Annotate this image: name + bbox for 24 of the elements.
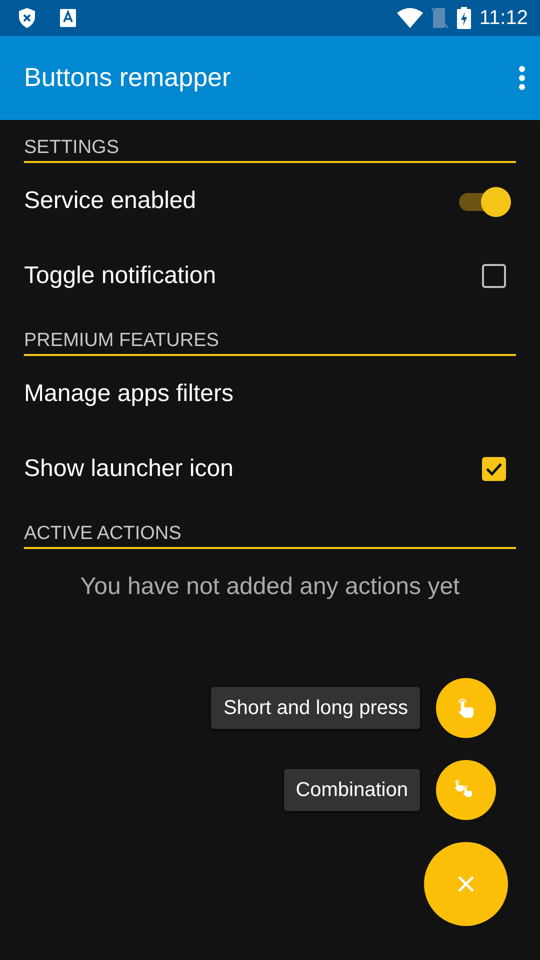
wifi-icon: [397, 8, 424, 28]
preference-label[interactable]: Manage apps filters: [24, 376, 234, 412]
checkbox[interactable]: [482, 264, 506, 288]
section-header: SETTINGS: [24, 136, 516, 163]
overflow-menu-icon[interactable]: [518, 65, 526, 91]
close-icon: [457, 875, 475, 893]
shield-icon: [18, 8, 36, 28]
battery-charging-icon: [457, 7, 472, 29]
empty-message: You have not added any actions yet: [79, 572, 461, 602]
no-sim-icon: [431, 7, 450, 29]
check-icon: [485, 462, 503, 476]
preference-label[interactable]: Service enabled: [24, 182, 196, 218]
preference-label[interactable]: Show launcher icon: [24, 450, 234, 486]
preference-label[interactable]: Toggle notification: [24, 258, 216, 294]
status-time: 11:12: [479, 6, 528, 31]
pointing-hand-icon: [457, 697, 475, 719]
section-header: ACTIVE ACTIONS: [24, 522, 516, 549]
app-title: Buttons remapper: [24, 62, 231, 94]
keyboard-icon: [60, 9, 76, 27]
section-header: PREMIUM FEATURES: [24, 329, 516, 356]
fab-label: Short and long press: [211, 687, 420, 729]
checkbox[interactable]: [482, 456, 506, 480]
toggle-switch[interactable]: [459, 186, 511, 216]
fab-label: Combination: [284, 769, 420, 811]
